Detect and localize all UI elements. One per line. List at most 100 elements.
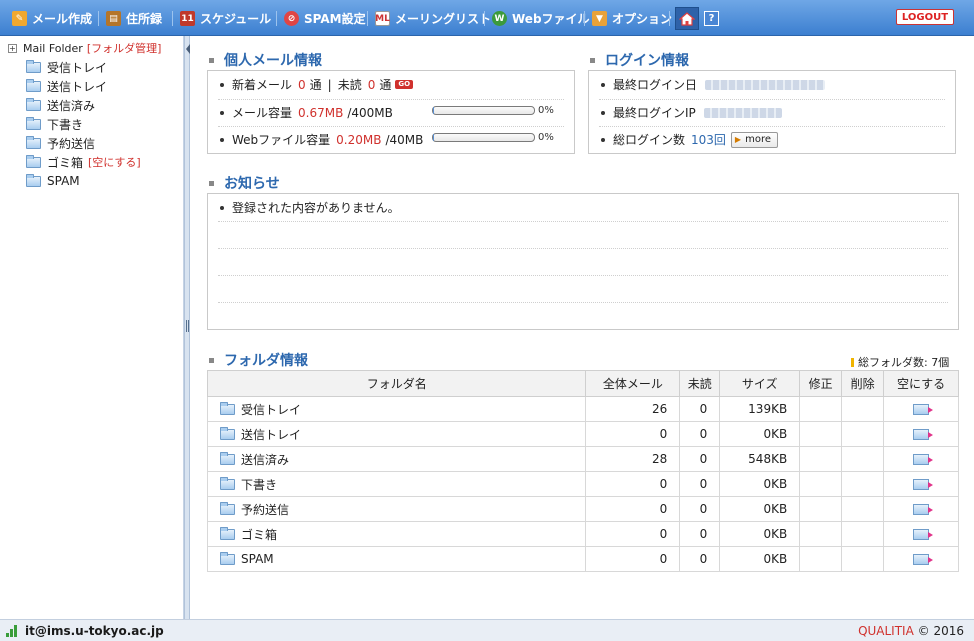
table-row: 予約送信 0 0 0KB: [206, 496, 959, 522]
empty-cell: [883, 446, 959, 472]
address-book-label: 住所録: [126, 12, 163, 26]
user-account: it@ims.u-tokyo.ac.jp: [6, 624, 164, 638]
sidebar-item-label: ゴミ箱: [47, 155, 84, 170]
folder-name-cell[interactable]: 送信済み: [206, 446, 587, 472]
mailing-list-button[interactable]: ML メーリングリスト: [375, 9, 491, 28]
addressbook-icon: ▤: [106, 11, 121, 26]
spam-icon: ⊘: [284, 11, 299, 26]
unread-cell: 0: [679, 446, 721, 472]
help-icon: ?: [708, 13, 715, 24]
sidebar-splitter[interactable]: [184, 36, 190, 619]
size-cell: 548KB: [719, 446, 801, 472]
schedule-button[interactable]: 11 スケジュール: [180, 9, 271, 28]
sidebar-item-outbox[interactable]: 送信トレイ: [26, 78, 107, 94]
web-file-button[interactable]: W Webファイル: [492, 9, 590, 28]
total-logins-label: 総ログイン数: [613, 133, 686, 147]
total-mail-cell: 26: [585, 396, 681, 422]
web-capacity-gauge: [432, 133, 535, 142]
sidebar-item-drafts[interactable]: 下書き: [26, 116, 83, 132]
unread-cell: 0: [679, 496, 721, 522]
sidebar-item-spam[interactable]: SPAM: [26, 173, 80, 189]
help-button[interactable]: ?: [704, 11, 719, 26]
total-mail-cell: 0: [585, 471, 681, 497]
empty-folder-icon[interactable]: [913, 554, 934, 565]
empty-folder-icon[interactable]: [913, 504, 934, 515]
folder-name-cell[interactable]: 下書き: [206, 471, 587, 497]
home-button[interactable]: [675, 7, 699, 30]
edit-cell: [799, 421, 843, 447]
empty-folder-icon[interactable]: [913, 429, 934, 440]
new-mail-row: 新着メール 0 通 | 未読 0 通 GO: [220, 76, 414, 93]
total-folder-count-label: 総フォルダ数: 7個: [858, 356, 950, 369]
copyright: QUALITIA © 2016: [858, 624, 964, 638]
folder-name-cell[interactable]: 予約送信: [206, 496, 587, 522]
login-info-heading: ログイン情報: [605, 53, 689, 69]
collapse-arrow-icon[interactable]: [186, 44, 190, 54]
unread-count: 0: [367, 77, 376, 92]
delete-cell: [841, 471, 885, 497]
empty-folder-icon[interactable]: [913, 479, 934, 490]
web-capacity-row: Webファイル容量 0.20MB /40MB: [220, 131, 423, 148]
spam-settings-label: SPAM設定: [304, 12, 366, 26]
empty-folder-icon[interactable]: [913, 404, 934, 415]
unread-label: 未読: [337, 78, 362, 92]
folder-name: 送信トレイ: [241, 427, 302, 442]
web-total-value: /40MB: [385, 132, 424, 147]
logout-button[interactable]: LOGOUT: [896, 9, 954, 25]
sidebar-item-inbox[interactable]: 受信トレイ: [26, 59, 107, 75]
sidebar-item-label: 送信済み: [47, 98, 96, 113]
more-button[interactable]: ▶ more: [730, 131, 778, 148]
last-login-ip-label: 最終ログインIP: [613, 106, 696, 120]
web-capacity-percent: 0%: [538, 132, 554, 143]
mail-capacity-gauge: [432, 106, 535, 115]
address-book-button[interactable]: ▤ 住所録: [106, 9, 162, 28]
mailinglist-icon: ML: [375, 11, 390, 26]
col-unread: 未読: [679, 370, 721, 397]
web-gauge-fill: [433, 134, 434, 141]
notice-box: 登録された内容がありません。: [207, 193, 959, 330]
go-button[interactable]: GO: [395, 80, 414, 89]
folder-name-cell[interactable]: 送信トレイ: [206, 421, 587, 447]
mail-folder-label: Mail Folder: [23, 41, 83, 55]
option-button[interactable]: ▼ オプション: [592, 9, 672, 28]
total-logins-row: 総ログイン数 103回 ▶ more: [601, 131, 778, 148]
mail-folder-root[interactable]: + Mail Folder [フォルダ管理]: [8, 40, 161, 56]
notice-heading: お知らせ: [224, 176, 280, 192]
size-cell: 0KB: [719, 546, 801, 572]
folder-manage-link[interactable]: [フォルダ管理]: [87, 40, 162, 56]
status-footer: it@ims.u-tokyo.ac.jp QUALITIA © 2016: [0, 619, 974, 641]
edit-cell: [799, 471, 843, 497]
folder-icon: [220, 551, 235, 565]
folder-sidebar: + Mail Folder [フォルダ管理] 受信トレイ 送信トレイ 送信済み …: [0, 36, 184, 619]
spam-settings-button[interactable]: ⊘ SPAM設定: [284, 9, 366, 28]
sidebar-item-sent[interactable]: 送信済み: [26, 97, 95, 113]
folder-name-cell[interactable]: 受信トレイ: [206, 396, 587, 422]
user-email: it@ims.u-tokyo.ac.jp: [25, 624, 164, 638]
delete-cell: [841, 546, 885, 572]
mail-total-value: /400MB: [347, 105, 393, 120]
empty-trash-link[interactable]: [空にする]: [88, 154, 141, 170]
mail-capacity-label: メール容量: [232, 106, 293, 120]
compose-mail-label: メール作成: [32, 12, 93, 26]
sidebar-item-scheduled[interactable]: 予約送信: [26, 135, 95, 151]
grip-icon[interactable]: [186, 320, 189, 332]
folder-name-cell[interactable]: ゴミ箱: [206, 521, 587, 547]
sidebar-item-label: 下書き: [47, 117, 84, 132]
empty-cell: [883, 546, 959, 572]
unread-cell: 0: [679, 521, 721, 547]
folder-name-cell[interactable]: SPAM: [206, 546, 587, 572]
folder-icon: [220, 526, 235, 540]
table-row: ゴミ箱 0 0 0KB: [206, 521, 959, 547]
expand-icon[interactable]: +: [8, 43, 17, 53]
empty-folder-icon[interactable]: [913, 529, 934, 540]
compose-mail-button[interactable]: ✎ メール作成: [12, 9, 92, 28]
empty-cell: [883, 521, 959, 547]
sidebar-item-trash[interactable]: ゴミ箱 [空にする]: [26, 154, 141, 170]
login-info-box: 最終ログイン日 最終ログインIP 総ログイン数 103回 ▶ more: [588, 70, 956, 154]
total-mail-cell: 0: [585, 421, 681, 447]
section-marker-icon: [209, 357, 214, 363]
unread-cell: 0: [679, 546, 721, 572]
empty-folder-icon[interactable]: [913, 454, 934, 465]
web-capacity-label: Webファイル容量: [232, 133, 331, 147]
signal-icon: [6, 625, 19, 637]
